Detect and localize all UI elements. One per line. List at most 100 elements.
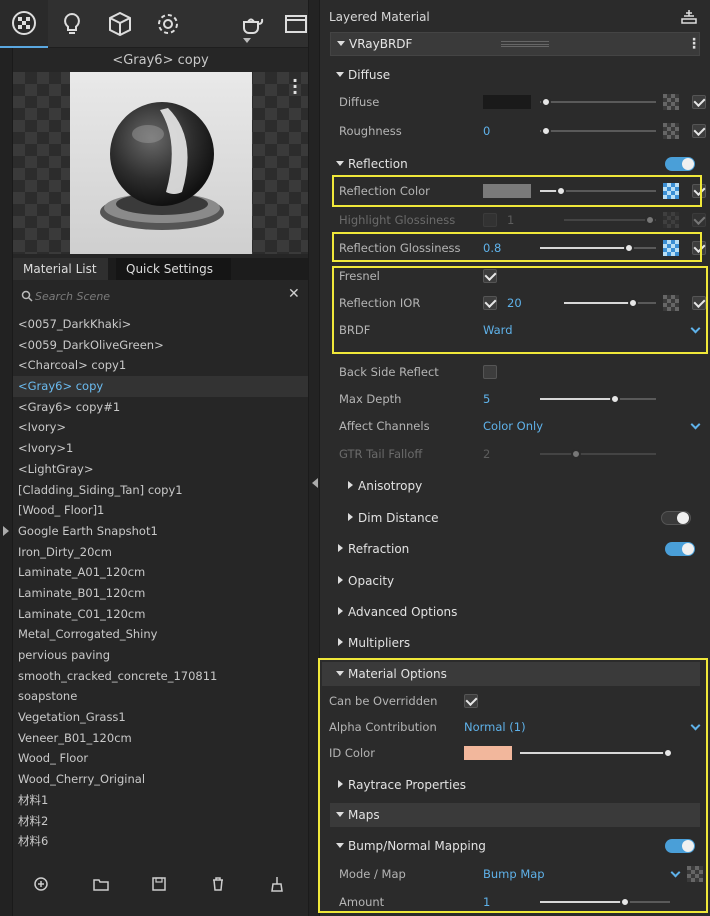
roughness-value[interactable]: 0 bbox=[483, 124, 490, 138]
list-item[interactable]: Laminate_C01_120cm bbox=[13, 604, 308, 625]
reflection-ior-slider[interactable] bbox=[564, 298, 656, 308]
section-bump-normal-mapping[interactable]: Bump/Normal Mapping bbox=[330, 834, 700, 858]
reflection-color-slider[interactable] bbox=[540, 186, 656, 196]
section-material-options[interactable]: Material Options bbox=[322, 662, 700, 686]
tab-quick-settings[interactable]: Quick Settings bbox=[116, 258, 231, 280]
save-icon[interactable] bbox=[151, 876, 167, 892]
list-item[interactable]: pervious paving bbox=[13, 645, 308, 666]
reflection-glossiness-checkbox[interactable] bbox=[692, 241, 706, 255]
clear-search-icon[interactable]: ✕ bbox=[288, 286, 300, 302]
list-item[interactable]: <0059_DarkOliveGreen> bbox=[13, 335, 308, 356]
reflection-color-checkbox[interactable] bbox=[692, 184, 706, 198]
reflection-ior-lock-checkbox[interactable] bbox=[483, 296, 497, 310]
chevron-left-icon[interactable] bbox=[312, 478, 318, 488]
open-folder-icon[interactable] bbox=[93, 876, 109, 892]
section-reflection[interactable]: Reflection bbox=[330, 152, 700, 176]
settings-tab[interactable] bbox=[144, 0, 192, 48]
roughness-texture-slot[interactable] bbox=[663, 123, 679, 139]
diffuse-color-swatch[interactable] bbox=[483, 95, 531, 109]
list-item[interactable]: 材料2 bbox=[13, 811, 308, 832]
diffuse-texture-slot[interactable] bbox=[663, 94, 679, 110]
chevron-down-icon[interactable] bbox=[690, 419, 701, 430]
dim-distance-toggle[interactable] bbox=[661, 511, 691, 525]
roughness-slider[interactable] bbox=[540, 126, 656, 136]
id-color-swatch[interactable] bbox=[464, 746, 512, 760]
section-maps[interactable]: Maps bbox=[330, 803, 700, 827]
highlight-enable-checkbox[interactable] bbox=[692, 213, 706, 227]
list-item[interactable]: Wood_Cherry_Original bbox=[13, 769, 308, 790]
geometry-tab[interactable] bbox=[96, 0, 144, 48]
list-item[interactable]: <Gray6> copy bbox=[13, 376, 308, 397]
diffuse-enable-checkbox[interactable] bbox=[692, 95, 706, 109]
list-item[interactable]: <Ivory>1 bbox=[13, 438, 308, 459]
reflection-color-swatch[interactable] bbox=[483, 184, 531, 198]
refraction-toggle[interactable] bbox=[665, 542, 695, 556]
affect-channels-dropdown[interactable]: Color Only bbox=[483, 419, 543, 433]
reflection-glossiness-slider[interactable] bbox=[540, 243, 656, 253]
max-depth-value[interactable]: 5 bbox=[483, 392, 490, 406]
brdf-dropdown[interactable]: Ward bbox=[483, 323, 513, 337]
preview-menu-icon[interactable]: · · · bbox=[290, 73, 300, 101]
list-item[interactable]: Wood_ Floor bbox=[13, 748, 308, 769]
can-be-overridden-checkbox[interactable] bbox=[464, 694, 478, 708]
section-multipliers[interactable]: Multipliers bbox=[330, 631, 700, 655]
list-item[interactable]: smooth_cracked_concrete_170811 bbox=[13, 666, 308, 687]
list-item[interactable]: Vegetation_Grass1 bbox=[13, 707, 308, 728]
id-color-slider[interactable] bbox=[520, 748, 673, 758]
gtr-tail-falloff-value[interactable]: 2 bbox=[483, 447, 490, 461]
reflection-color-texture-slot[interactable] bbox=[663, 183, 679, 199]
layer-menu-icon[interactable]: ⋮ bbox=[687, 36, 701, 52]
section-anisotropy[interactable]: Anisotropy bbox=[330, 474, 700, 498]
section-advanced-options[interactable]: Advanced Options bbox=[330, 600, 700, 624]
mode-map-dropdown[interactable]: Bump Map bbox=[483, 867, 545, 881]
left-collapse-strip[interactable] bbox=[0, 48, 13, 916]
materials-tab[interactable] bbox=[0, 0, 48, 48]
reflection-glossiness-texture-slot[interactable] bbox=[663, 240, 679, 256]
add-material-icon[interactable] bbox=[33, 876, 49, 892]
section-dim-distance[interactable]: Dim Distance bbox=[330, 506, 700, 530]
section-diffuse[interactable]: Diffuse bbox=[330, 63, 700, 87]
trash-icon[interactable] bbox=[210, 876, 226, 892]
reflection-toggle[interactable] bbox=[665, 157, 695, 171]
highlight-glossiness-slider[interactable] bbox=[564, 215, 656, 225]
chevron-right-icon[interactable] bbox=[3, 526, 9, 536]
section-refraction[interactable]: Refraction bbox=[330, 537, 700, 561]
reflection-ior-value[interactable]: 20 bbox=[507, 296, 522, 310]
chevron-down-icon[interactable] bbox=[670, 867, 681, 878]
reflection-ior-texture-slot[interactable] bbox=[663, 295, 679, 311]
panel-collapse-strip[interactable] bbox=[308, 0, 320, 916]
chevron-down-icon[interactable] bbox=[690, 720, 701, 731]
fresnel-checkbox[interactable] bbox=[483, 269, 497, 283]
list-item[interactable]: Laminate_A01_120cm bbox=[13, 562, 308, 583]
reflection-ior-checkbox[interactable] bbox=[692, 296, 706, 310]
list-item[interactable]: soapstone bbox=[13, 686, 308, 707]
highlight-texture-slot[interactable] bbox=[663, 212, 679, 228]
purge-icon[interactable] bbox=[269, 876, 285, 892]
lights-tab[interactable] bbox=[48, 0, 96, 48]
tab-material-list[interactable]: Material List bbox=[13, 258, 108, 280]
list-item[interactable]: <Ivory> bbox=[13, 417, 308, 438]
section-raytrace-properties[interactable]: Raytrace Properties bbox=[330, 773, 700, 797]
render-tab[interactable] bbox=[228, 0, 276, 48]
section-opacity[interactable]: Opacity bbox=[330, 569, 700, 593]
bump-mapping-toggle[interactable] bbox=[665, 839, 695, 853]
bump-texture-slot[interactable] bbox=[687, 866, 703, 882]
list-item[interactable]: 材料6 bbox=[13, 831, 308, 852]
list-item[interactable]: Laminate_B01_120cm bbox=[13, 583, 308, 604]
back-side-reflect-checkbox[interactable] bbox=[483, 365, 497, 379]
roughness-enable-checkbox[interactable] bbox=[692, 124, 706, 138]
alpha-contribution-dropdown[interactable]: Normal (1) bbox=[464, 720, 526, 734]
list-item[interactable]: Google Earth Snapshot1 bbox=[13, 521, 308, 542]
list-item[interactable]: Veneer_B01_120cm bbox=[13, 728, 308, 749]
chevron-down-icon[interactable] bbox=[243, 38, 251, 43]
chevron-down-icon[interactable] bbox=[690, 323, 701, 334]
search-input[interactable] bbox=[35, 286, 275, 306]
diffuse-slider[interactable] bbox=[540, 97, 656, 107]
highlight-glossiness-value[interactable]: 1 bbox=[507, 213, 514, 227]
list-item[interactable]: 材料1 bbox=[13, 790, 308, 811]
reflection-glossiness-value[interactable]: 0.8 bbox=[483, 241, 501, 255]
add-layer-icon[interactable] bbox=[680, 9, 698, 25]
list-item[interactable]: Metal_Corrogated_Shiny bbox=[13, 624, 308, 645]
brdf-layer-header[interactable]: VRayBRDF ⋮ bbox=[330, 32, 701, 56]
gtr-tail-falloff-slider[interactable] bbox=[540, 449, 656, 459]
